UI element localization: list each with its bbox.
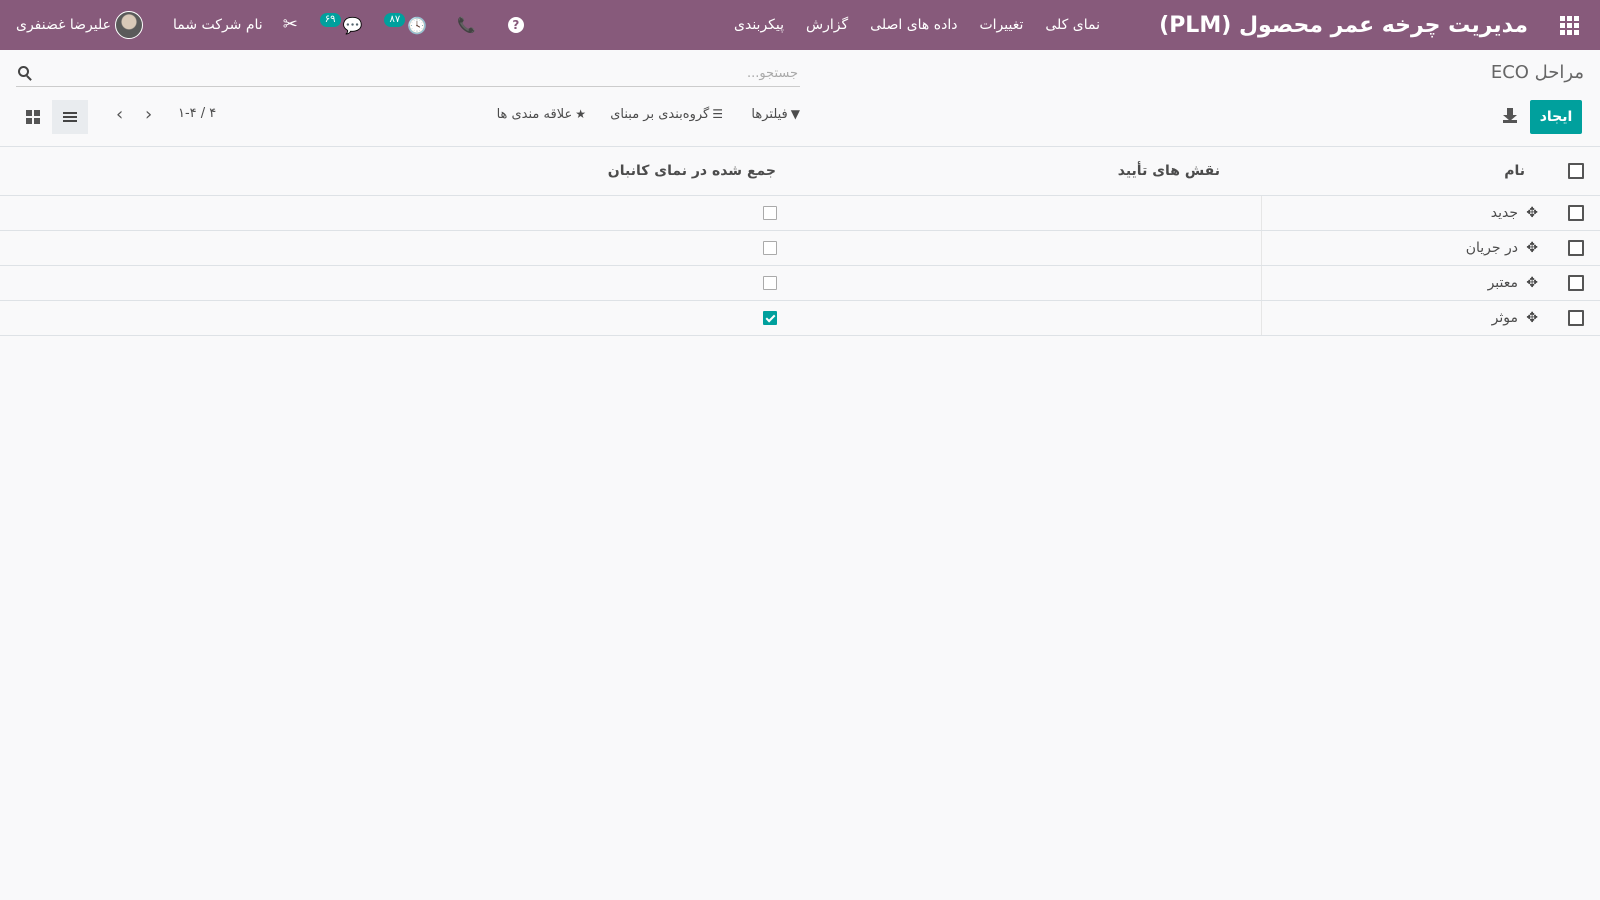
messaging-menu[interactable]: ۶۹ 💬	[319, 13, 363, 35]
user-menu[interactable]: علیرضا غضنفری	[16, 11, 143, 39]
list-icon	[63, 110, 77, 124]
avatar	[115, 11, 143, 39]
chat-icon: 💬	[342, 15, 363, 35]
top-navbar: مدیریت چرخه عمر محصول (PLM) نمای کلی تغی…	[0, 0, 1600, 50]
stage-name: موثر	[1491, 310, 1518, 326]
table-row[interactable]: ✥ موثر	[0, 301, 1600, 336]
select-all-checkbox[interactable]	[1568, 163, 1584, 179]
create-button[interactable]: ایجاد	[1530, 100, 1582, 134]
row-checkbox[interactable]	[1568, 205, 1584, 221]
drag-handle-icon[interactable]: ✥	[1526, 196, 1538, 230]
pager-next-icon[interactable]: ›	[145, 106, 152, 124]
drag-handle-icon[interactable]: ✥	[1526, 301, 1538, 335]
menu-item-master-data[interactable]: داده های اصلی	[870, 17, 957, 33]
drag-handle-icon[interactable]: ✥	[1526, 266, 1538, 300]
star-icon: ★	[575, 107, 586, 121]
filter-icon: ▼	[790, 107, 800, 121]
table-row[interactable]: ✥ معتبر	[0, 266, 1600, 301]
messages-badge: ۶۹	[319, 13, 341, 27]
search-bar	[16, 60, 800, 87]
help-icon[interactable]: ?	[507, 17, 524, 33]
clock-icon: 🕓	[407, 15, 428, 35]
debug-tools-icon[interactable]: ✂	[283, 16, 298, 34]
user-name: علیرضا غضنفری	[16, 17, 111, 33]
menu-item-reporting[interactable]: گزارش	[806, 17, 848, 33]
menu-item-configuration[interactable]: پیکربندی	[734, 17, 784, 33]
menu-item-changes[interactable]: تغییرات	[979, 17, 1023, 33]
table-row[interactable]: ✥ در جریان	[0, 231, 1600, 266]
folded-checkbox	[763, 311, 777, 325]
filters-button[interactable]: ▼فیلترها	[751, 107, 800, 122]
app-brand[interactable]: مدیریت چرخه عمر محصول (PLM)	[1159, 0, 1528, 50]
drag-handle-icon[interactable]: ✥	[1526, 231, 1538, 265]
favorites-button[interactable]: ★علاقه مندی ها	[497, 107, 586, 122]
pager-value[interactable]: ۱-۴ / ۴	[178, 106, 216, 121]
search-icon[interactable]	[18, 66, 29, 77]
stage-name: جدید	[1490, 205, 1518, 221]
company-switcher[interactable]: نام شرکت شما	[173, 17, 263, 33]
folded-checkbox	[763, 276, 777, 290]
stage-name: معتبر	[1487, 275, 1518, 291]
download-icon[interactable]	[1502, 108, 1518, 124]
pager-previous-icon[interactable]: ‹	[116, 106, 123, 124]
list-view-button[interactable]	[52, 100, 88, 134]
column-header-name[interactable]: نام	[1504, 147, 1525, 195]
folded-checkbox	[763, 206, 777, 220]
bars-icon: ☰	[712, 107, 723, 121]
row-checkbox[interactable]	[1568, 275, 1584, 291]
menu-item-overview[interactable]: نمای کلی	[1045, 17, 1100, 33]
row-checkbox[interactable]	[1568, 310, 1584, 326]
activity-badge: ۸۷	[384, 13, 406, 27]
table-header: نام نقش های تأیید جمع شده در نمای کانبان	[0, 146, 1600, 196]
main-menu: نمای کلی تغییرات داده های اصلی گزارش پیک…	[734, 0, 1100, 50]
activity-menu[interactable]: ۸۷ 🕓	[384, 13, 428, 35]
kanban-view-button[interactable]	[26, 110, 40, 124]
table-row[interactable]: ✥ جدید	[0, 196, 1600, 231]
column-header-approval-roles[interactable]: نقش های تأیید	[1118, 147, 1220, 195]
folded-checkbox	[763, 241, 777, 255]
phone-icon[interactable]: 📞	[457, 16, 476, 34]
apps-menu-icon[interactable]	[1560, 0, 1582, 50]
systray: علیرضا غضنفری نام شرکت شما ✂ ۶۹ 💬 ۸۷ 🕓 📞…	[16, 0, 524, 50]
groupby-button[interactable]: ☰گروه‌بندی بر مبنای	[610, 107, 723, 122]
search-input[interactable]	[42, 62, 798, 84]
column-header-folded[interactable]: جمع شده در نمای کانبان	[608, 147, 776, 195]
row-checkbox[interactable]	[1568, 240, 1584, 256]
page-title: مراحل ECO	[1490, 62, 1584, 83]
stage-name: در جریان	[1465, 240, 1518, 256]
